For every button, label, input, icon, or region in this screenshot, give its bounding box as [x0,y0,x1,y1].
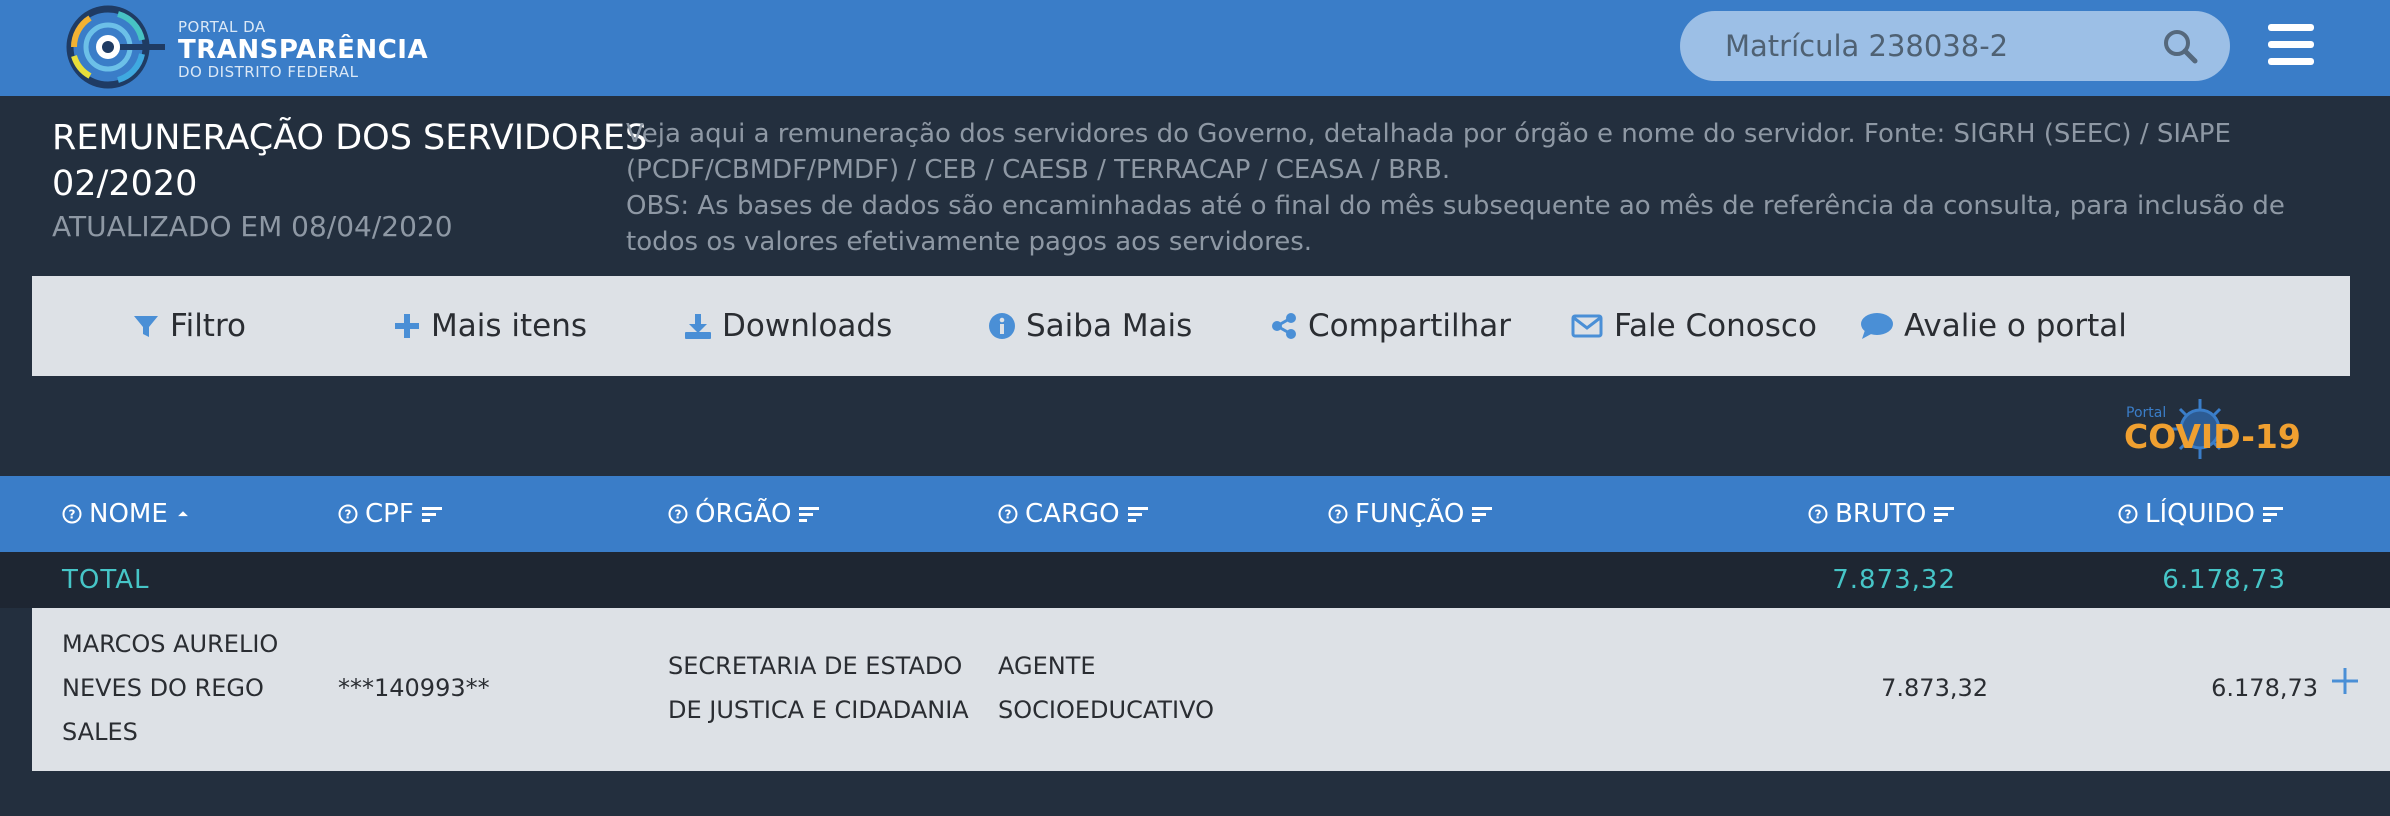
comment-icon [1861,313,1893,339]
page-title-period: 02/2020 [52,164,198,204]
hamburger-menu-icon[interactable] [2268,24,2314,65]
help-circle-icon: ? [668,504,688,524]
column-label-cargo: CARGO [1025,499,1120,529]
help-circle-icon: ? [338,504,358,524]
help-circle-icon: ? [1808,504,1828,524]
more-items-label: Mais itens [431,308,587,344]
share-button[interactable]: Compartilhar [1270,276,1511,376]
sort-icon [1934,507,1955,522]
cargo-line: SOCIOEDUCATIVO [998,696,1214,724]
share-icon [1272,313,1296,339]
portal-logo[interactable]: PORTAL DA TRANSPARÊNCIA DO DISTRITO FEDE… [60,0,428,96]
column-header-bruto[interactable]: ? BRUTO [1808,476,1955,552]
updated-date: ATUALIZADO EM 08/04/2020 [52,210,453,243]
total-liquido: 6.178,73 [2162,565,2286,595]
orgao-line: SECRETARIA DE ESTADO [668,652,963,680]
cell-liquido: 6.178,73 [2211,674,2318,702]
sort-icon [2262,507,2283,522]
nome-line: MARCOS AURELIO [62,630,279,658]
learn-more-label: Saiba Mais [1026,308,1193,344]
page-title-line1: REMUNERAÇÃO DOS SERVIDORES [52,118,648,158]
contact-button[interactable]: Fale Conosco [1570,276,1817,376]
more-items-button[interactable]: Mais itens [393,276,587,376]
logo-target-icon [66,5,165,89]
covid-word: COVID [2124,417,2242,456]
cell-cargo: AGENTE SOCIOEDUCATIVO [998,644,1214,732]
cell-orgao: SECRETARIA DE ESTADO DE JUSTICA E CIDADA… [668,644,969,732]
description-text: Veja aqui a remuneração dos servidores d… [626,119,2231,185]
filter-icon [134,316,158,337]
rate-portal-label: Avalie o portal [1904,308,2127,344]
logo-line3: DO DISTRITO FEDERAL [178,63,359,81]
top-navbar: PORTAL DA TRANSPARÊNCIA DO DISTRITO FEDE… [0,0,2390,96]
sort-icon [1472,507,1493,522]
column-label-orgao: ÓRGÃO [695,499,792,529]
action-toolbar: Filtro Mais itens Downloads Saiba Mais C… [32,276,2350,376]
learn-more-button[interactable]: Saiba Mais [988,276,1192,376]
download-icon [685,314,711,339]
covid-19-portal-badge[interactable]: Portal COVID-19 [2120,395,2301,465]
cell-nome: MARCOS AURELIO NEVES DO REGO SALES [62,622,278,754]
cell-bruto: 7.873,32 [1881,674,1988,702]
total-row: TOTAL 7.873,32 6.178,73 [0,552,2390,608]
nome-line: NEVES DO REGO [62,674,264,702]
search-input[interactable]: Matrícula 238038-2 [1725,11,2008,81]
column-header-nome[interactable]: ? NOME [62,476,190,552]
svg-text:?: ? [1005,508,1012,522]
help-circle-icon: ? [998,504,1018,524]
cell-cpf: ***140993** [338,674,490,702]
search-icon[interactable] [2162,28,2198,64]
covid-number: -19 [2241,417,2301,456]
column-header-cargo[interactable]: ? CARGO [998,476,1148,552]
logo-line1: PORTAL DA [178,18,266,36]
help-circle-icon: ? [1328,504,1348,524]
logo-text: PORTAL DA TRANSPARÊNCIA DO DISTRITO FEDE… [178,20,428,80]
nome-line: SALES [62,718,138,746]
sort-icon [799,507,820,522]
column-label-bruto: BRUTO [1835,499,1927,529]
expand-row-plus-icon[interactable] [2328,664,2362,698]
search-bar[interactable]: Matrícula 238038-2 [1680,11,2230,81]
svg-text:?: ? [1815,508,1822,522]
svg-text:?: ? [1335,508,1342,522]
downloads-button[interactable]: Downloads [684,276,892,376]
column-label-cpf: CPF [365,499,414,529]
table-header: ? NOME ? CPF ? ÓRGÃO ? CARGO ? FUNÇÃO ? … [0,476,2390,552]
svg-text:?: ? [345,508,352,522]
column-label-liquido: LÍQUIDO [2145,499,2255,529]
svg-text:?: ? [2125,508,2132,522]
plus-icon [395,314,419,338]
column-header-orgao[interactable]: ? ÓRGÃO [668,476,820,552]
svg-text:?: ? [69,508,76,522]
table-row[interactable]: MARCOS AURELIO NEVES DO REGO SALES ***14… [32,608,2390,771]
contact-label: Fale Conosco [1614,308,1817,344]
column-header-cpf[interactable]: ? CPF [338,476,442,552]
orgao-line: DE JUSTICA E CIDADANIA [668,696,969,724]
obs-text: OBS: As bases de dados são encaminhadas … [626,191,2285,257]
envelope-icon [1571,314,1603,338]
page-title: REMUNERAÇÃO DOS SERVIDORES 02/2020 [52,115,647,207]
sort-icon [421,507,442,522]
column-header-liquido[interactable]: ? LÍQUIDO [2118,476,2283,552]
filter-label: Filtro [170,308,246,344]
page-description: Veja aqui a remuneração dos servidores d… [626,116,2326,260]
total-bruto: 7.873,32 [1832,565,1956,595]
rate-portal-button[interactable]: Avalie o portal [1860,276,2127,376]
column-label-funcao: FUNÇÃO [1355,499,1465,529]
share-label: Compartilhar [1308,308,1511,344]
covid-title: COVID-19 [2124,417,2301,456]
cargo-line: AGENTE [998,652,1096,680]
sort-icon [1127,507,1148,522]
sort-ascending-icon [177,511,188,517]
help-circle-icon: ? [62,504,82,524]
svg-text:?: ? [675,508,682,522]
column-label-nome: NOME [89,499,168,529]
help-circle-icon: ? [2118,504,2138,524]
filter-button[interactable]: Filtro [132,276,246,376]
total-label: TOTAL [62,565,150,595]
info-icon [989,313,1015,339]
downloads-label: Downloads [722,308,893,344]
column-header-funcao[interactable]: ? FUNÇÃO [1328,476,1493,552]
logo-line2: TRANSPARÊNCIA [178,35,429,65]
